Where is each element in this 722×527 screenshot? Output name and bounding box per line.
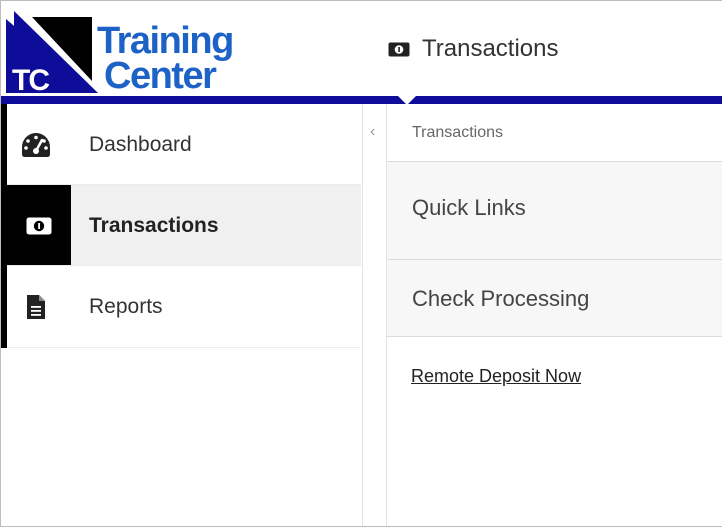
chevron-left-icon[interactable]: ‹ bbox=[370, 124, 375, 140]
main-content: Transactions Quick Links Check Processin… bbox=[387, 104, 722, 526]
money-icon bbox=[388, 42, 410, 56]
section-quick-links[interactable]: Quick Links bbox=[387, 161, 722, 259]
dashboard-gauge-icon bbox=[22, 132, 50, 157]
page-title: Transactions bbox=[422, 35, 559, 62]
sidebar-divider bbox=[1, 347, 361, 348]
sidebar-divider bbox=[1, 265, 361, 266]
app-window: TC Training Center Transactions Dashboar… bbox=[0, 0, 722, 527]
logo-mark-text: TC bbox=[12, 64, 49, 95]
sidebar-item-label: Transactions bbox=[89, 213, 219, 237]
breadcrumb[interactable]: Transactions bbox=[412, 124, 503, 142]
remote-deposit-now-link[interactable]: Remote Deposit Now bbox=[411, 366, 581, 387]
money-icon bbox=[26, 217, 52, 234]
sidebar-item-reports[interactable]: Reports bbox=[1, 266, 361, 347]
section-check-processing[interactable]: Check Processing bbox=[387, 259, 722, 337]
page-header-title: Transactions bbox=[388, 35, 559, 63]
section-title: Check Processing bbox=[412, 286, 590, 311]
logo-text-center: Center bbox=[104, 55, 217, 97]
app-header: TC Training Center Transactions bbox=[1, 1, 722, 97]
sidebar-item-label: Reports bbox=[89, 294, 163, 318]
sidebar-divider bbox=[1, 184, 361, 185]
training-center-logo[interactable]: TC Training Center bbox=[6, 11, 238, 97]
sidebar-item-dashboard[interactable]: Dashboard bbox=[1, 104, 361, 185]
sidebar-left-stripe bbox=[1, 104, 7, 348]
sidebar-item-label: Dashboard bbox=[89, 132, 192, 156]
sidebar-icon-cell bbox=[1, 266, 71, 347]
sidebar-icon-cell bbox=[7, 185, 71, 266]
sidebar: Dashboard Transactions Reports bbox=[1, 104, 363, 526]
sidebar-collapse-toggle[interactable]: ‹ bbox=[363, 104, 387, 526]
sidebar-item-transactions[interactable]: Transactions bbox=[1, 185, 361, 266]
sidebar-icon-cell bbox=[1, 104, 71, 185]
document-icon bbox=[27, 294, 45, 319]
section-title: Quick Links bbox=[412, 195, 526, 220]
header-accent-bar bbox=[1, 96, 722, 104]
tc-logo-mark-icon: TC bbox=[6, 11, 98, 95]
